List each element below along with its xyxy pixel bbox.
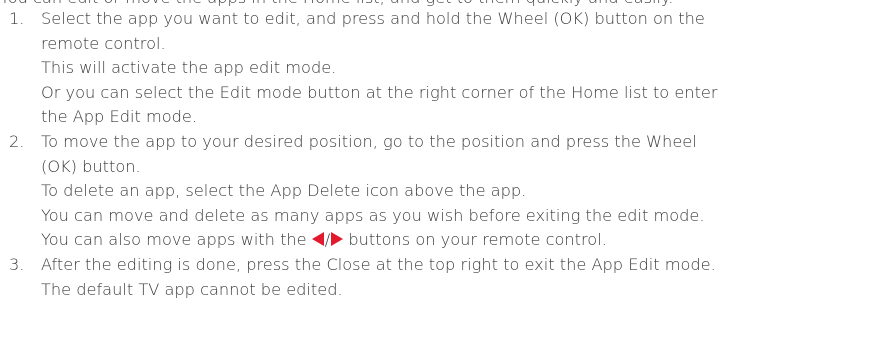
left-arrow-button-icon bbox=[311, 232, 324, 247]
step-2: 2. To move the app to your desired posit… bbox=[0, 130, 877, 253]
step-number: 1. bbox=[9, 9, 25, 28]
step-number: 3. bbox=[9, 254, 25, 274]
step-3: 3. After the editing is done, press the … bbox=[0, 253, 877, 302]
step-line: the App Edit mode. bbox=[41, 107, 198, 127]
step-line: After the editing is done, press the Clo… bbox=[41, 254, 716, 274]
step-line: Or you can select the Edit mode button a… bbox=[41, 82, 718, 102]
step-line-with-arrows: You can also move apps with the / button… bbox=[41, 228, 877, 253]
arrow-line-before: You can also move apps with the bbox=[41, 230, 312, 250]
step-line: To move the app to your desired position… bbox=[41, 131, 697, 151]
step-line: This will activate the app edit mode. bbox=[41, 58, 337, 78]
instruction-document: You can edit or move the apps in the Hom… bbox=[0, 0, 877, 348]
step-line: (OK) button. bbox=[41, 156, 141, 176]
step-line: To delete an app, select the App Delete … bbox=[41, 181, 527, 201]
arrow-separator: / bbox=[324, 230, 331, 250]
step-line: The default TV app cannot be edited. bbox=[41, 279, 343, 299]
arrow-line-after: buttons on your remote control. bbox=[343, 230, 607, 250]
steps-list: 1. Select the app you want to edit, and … bbox=[0, 7, 877, 302]
right-arrow-button-icon bbox=[331, 232, 344, 247]
step-number: 2. bbox=[9, 131, 25, 151]
step-line: Select the app you want to edit, and pre… bbox=[41, 9, 705, 28]
step-line: You can move and delete as many apps as … bbox=[41, 205, 705, 225]
step-1: 1. Select the app you want to edit, and … bbox=[0, 7, 877, 130]
step-line: remote control. bbox=[41, 33, 166, 53]
